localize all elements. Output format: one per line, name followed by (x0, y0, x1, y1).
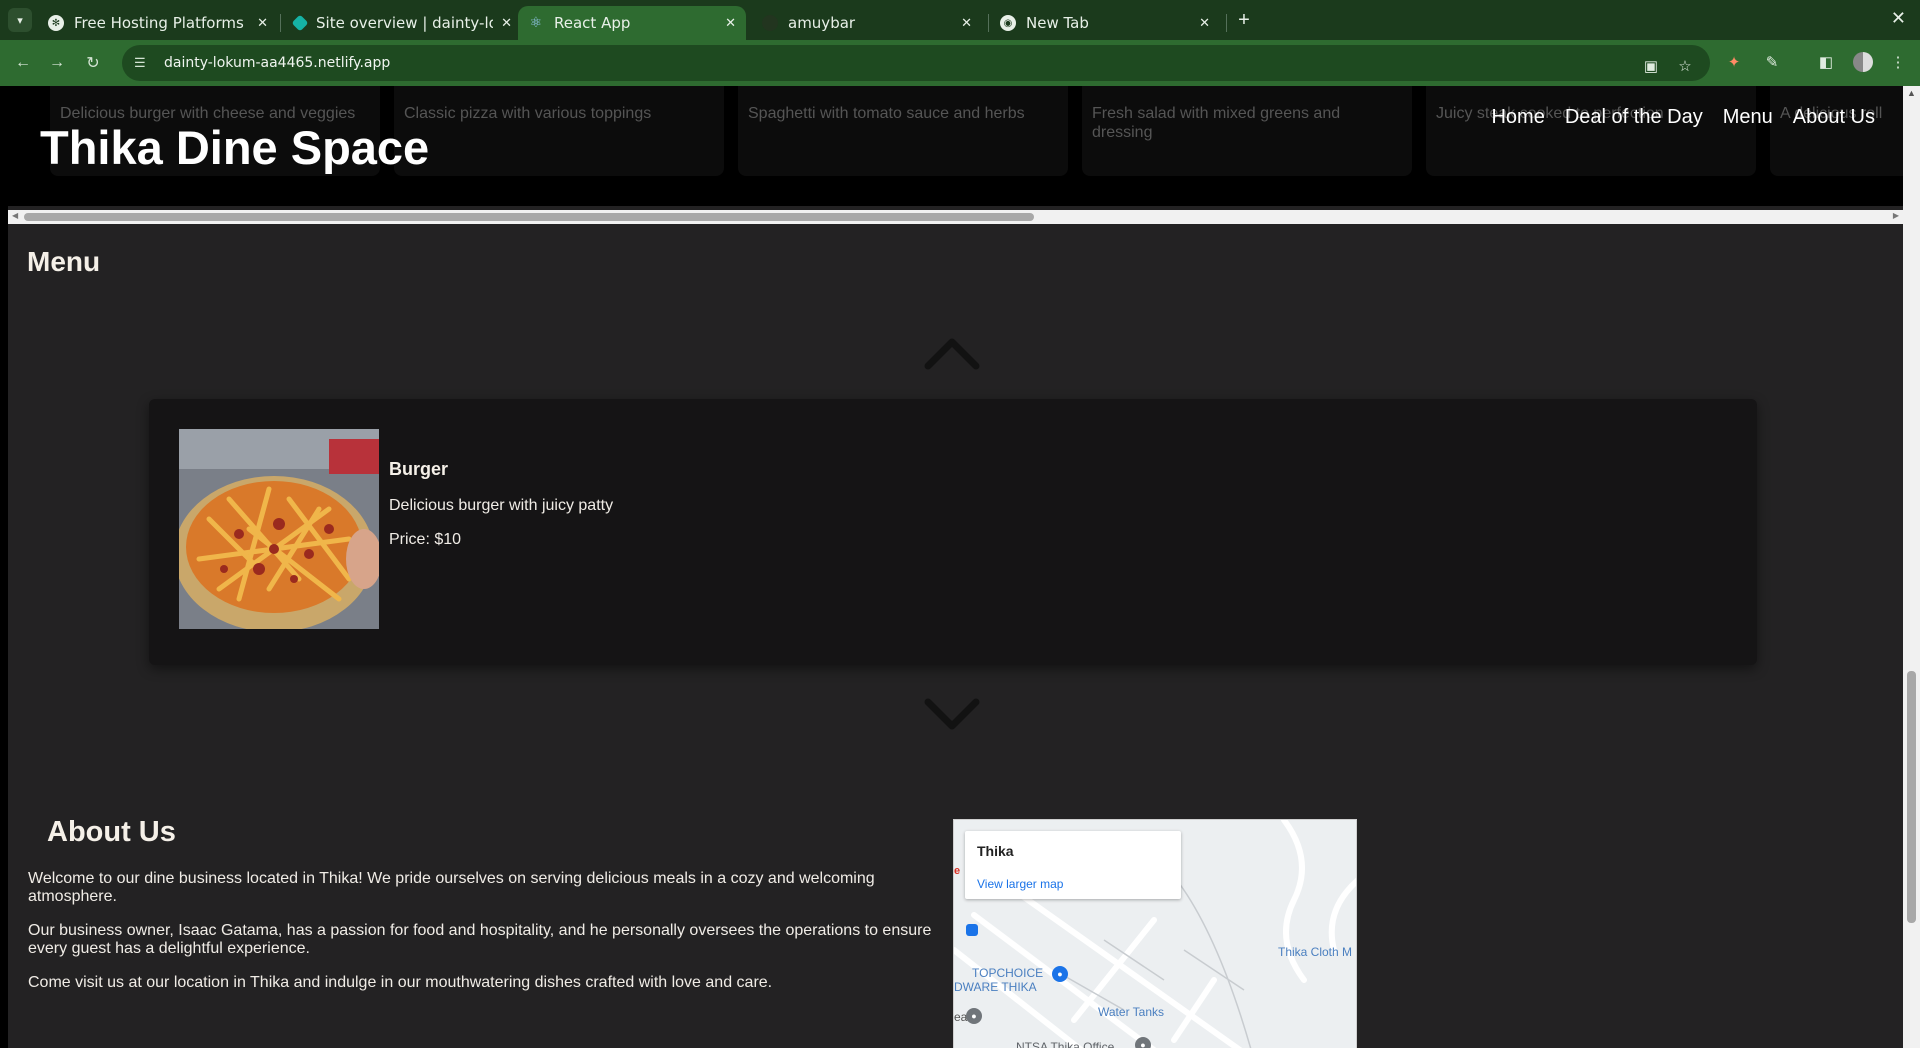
scrollbar-thumb[interactable] (24, 213, 1034, 221)
map-info-card: Thika View larger map (965, 831, 1181, 899)
carousel-card[interactable]: Spaghetti with tomato sauce and herbs (738, 86, 1068, 176)
scroll-up-arrow-icon[interactable]: ▲ (1907, 88, 1916, 98)
profile-avatar-icon[interactable] (1851, 50, 1875, 74)
close-icon[interactable]: ✕ (961, 16, 972, 31)
nav-menu[interactable]: Menu (1723, 106, 1773, 129)
chevron-up-icon[interactable] (922, 334, 982, 370)
side-panel-icon[interactable]: ◧ (1814, 50, 1838, 74)
tab-new-tab[interactable]: ◉ New Tab ✕ (990, 6, 1220, 40)
about-paragraph: Our business owner, Isaac Gatama, has a … (28, 922, 932, 957)
page-edge (0, 86, 8, 1048)
tab-title: Site overview | dainty-lok (316, 14, 494, 32)
dish-name: Burger (389, 459, 449, 479)
address-bar[interactable]: ☰ dainty-lokum-aa4465.netlify.app ▣ ☆ (122, 45, 1710, 81)
tab-divider (1226, 14, 1227, 32)
vertical-scrollbar[interactable]: ▲ (1903, 86, 1920, 1048)
page-viewport: Delicious burger with cheese and veggies… (0, 86, 1920, 1048)
menu-item-card: Burger Delicious burger with juicy patty… (149, 399, 1757, 665)
menu-heading: Menu (27, 246, 101, 277)
carousel-card[interactable]: Classic pizza with various toppings (394, 86, 724, 176)
forward-arrow-icon[interactable]: → (44, 50, 70, 76)
map-label: DWARE THIKA (954, 980, 1037, 994)
close-icon[interactable]: ✕ (725, 16, 736, 31)
tab-divider (280, 14, 281, 32)
map-label: Thika Cloth M (1278, 945, 1353, 959)
github-icon (762, 15, 778, 31)
location-map[interactable]: Thika View larger map e Thika Cloth M TO… (953, 819, 1357, 1048)
about-paragraph: Welcome to our dine business located in … (28, 870, 875, 905)
shopping-pin-icon[interactable]: ● (1052, 966, 1068, 982)
tab-search-chevron-icon[interactable]: ▾ (8, 8, 32, 32)
nav-about-us[interactable]: About Us (1793, 106, 1875, 129)
map-label: TOPCHOICE (972, 966, 1044, 980)
government-pin-icon[interactable]: ● (1135, 1037, 1151, 1048)
dish-price: Price: $10 (389, 531, 462, 548)
bookmark-star-icon[interactable]: ☆ (1674, 55, 1696, 77)
scrollbar-thumb[interactable] (1907, 671, 1916, 923)
tab-title: React App (554, 14, 631, 32)
url-text[interactable]: dainty-lokum-aa4465.netlify.app (164, 55, 390, 71)
scroll-right-arrow-icon[interactable]: ▶ (1893, 211, 1899, 220)
map-label: NTSA Thika Office (1016, 1040, 1115, 1048)
site-title: Thika Dine Space (40, 121, 430, 174)
chrome-icon: ◉ (1000, 15, 1016, 31)
chevron-down-icon[interactable] (922, 698, 982, 734)
view-larger-map-link[interactable]: View larger map (977, 877, 1063, 891)
tab-site-overview[interactable]: Site overview | dainty-lok ✕ (282, 6, 522, 40)
browser-tab-strip: ▾ ✻ Free Hosting Platforms ✕ Site overvi… (0, 0, 1920, 40)
extension-color-icon[interactable]: ✦ (1722, 50, 1746, 74)
tab-title: New Tab (1026, 14, 1089, 32)
carousel-card[interactable]: A delicious roll (1770, 86, 1903, 176)
nav-home[interactable]: Home (1491, 106, 1544, 129)
site-info-icon[interactable]: ☰ (134, 55, 154, 71)
tab-title: amuybar (788, 14, 856, 32)
more-menu-icon[interactable]: ⋮ (1886, 50, 1910, 74)
horizontal-scrollbar[interactable]: ◀ ▶ (8, 210, 1903, 224)
close-icon[interactable]: ✕ (501, 16, 512, 31)
new-tab-plus-icon[interactable]: + (1232, 8, 1256, 32)
place-pin-icon[interactable]: ● (966, 1008, 982, 1024)
close-icon[interactable]: ✕ (257, 16, 268, 31)
carousel-card[interactable]: Fresh salad with mixed greens and dressi… (1082, 86, 1412, 176)
tab-amuybar[interactable]: amuybar ✕ (752, 6, 982, 40)
card-text: Classic pizza with various toppings (404, 105, 652, 122)
about-heading: About Us (47, 816, 176, 848)
reload-icon[interactable]: ↻ (80, 50, 106, 76)
tab-divider (988, 14, 989, 32)
nav-deal-of-the-day[interactable]: Deal of the Day (1565, 106, 1703, 129)
window-close-icon[interactable]: ✕ (1891, 8, 1906, 29)
tab-react-app[interactable]: ⚛ React App ✕ (518, 6, 746, 40)
chatgpt-icon: ✻ (48, 15, 64, 31)
about-paragraph: Come visit us at our location in Thika a… (28, 974, 773, 991)
scroll-left-arrow-icon[interactable]: ◀ (12, 211, 18, 220)
card-text: Fresh salad with mixed greens and dressi… (1092, 105, 1341, 141)
site-header: Delicious burger with cheese and veggies… (8, 86, 1903, 206)
dish-description: Delicious burger with juicy patty (389, 497, 614, 514)
back-arrow-icon[interactable]: ← (10, 50, 36, 76)
netlify-icon (291, 14, 309, 32)
tab-free-hosting[interactable]: ✻ Free Hosting Platforms ✕ (38, 6, 278, 40)
react-icon: ⚛ (529, 15, 543, 31)
main-nav: Home Deal of the Day Menu About Us (1491, 106, 1875, 129)
carousel-card[interactable]: Juicy steak cooked to perfection (1426, 86, 1756, 176)
tab-title: Free Hosting Platforms (74, 14, 244, 32)
map-label: Water Tanks (1098, 1005, 1165, 1019)
map-label: e (954, 865, 961, 877)
bus-stop-icon (966, 924, 978, 936)
dish-image (179, 429, 379, 629)
card-text: Spaghetti with tomato sauce and herbs (748, 105, 1025, 122)
browser-toolbar: ← → ↻ ☰ dainty-lokum-aa4465.netlify.app … (0, 40, 1920, 86)
extensions-puzzle-icon[interactable]: ✎ (1760, 50, 1784, 74)
map-place-name: Thika (977, 843, 1014, 859)
close-icon[interactable]: ✕ (1199, 16, 1210, 31)
install-app-icon[interactable]: ▣ (1640, 55, 1662, 77)
